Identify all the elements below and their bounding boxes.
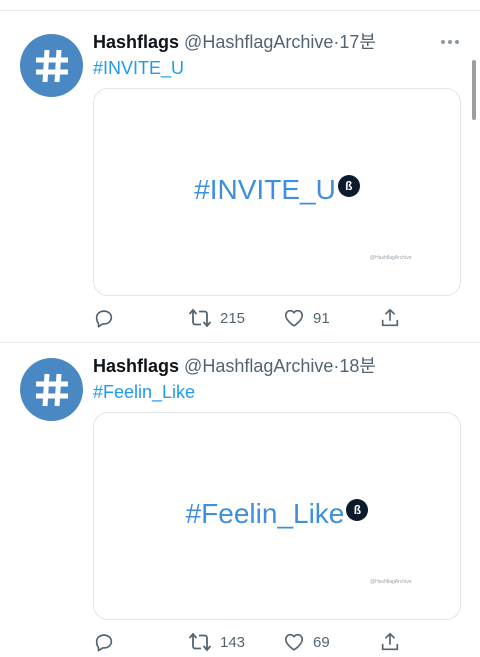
- more-icon[interactable]: [440, 39, 460, 45]
- action-bar: 215 91: [93, 307, 459, 333]
- action-bar: 143 69: [93, 631, 459, 657]
- reply-button[interactable]: [93, 307, 115, 329]
- tweet-header: Hashflags @HashflagArchive·18분: [93, 355, 376, 377]
- reply-button[interactable]: [93, 631, 115, 653]
- user-handle[interactable]: @HashflagArchive: [184, 32, 333, 52]
- like-icon: [284, 309, 304, 327]
- hash-avatar-icon: [35, 373, 68, 406]
- reply-icon: [95, 310, 113, 328]
- like-count: 91: [313, 309, 330, 327]
- watermark: @HashflagArchive: [370, 255, 412, 261]
- card-hashtag-text: #Feelin_Like: [185, 498, 345, 529]
- avatar[interactable]: [20, 358, 83, 421]
- tweet-header: Hashflags @HashflagArchive·17분: [93, 31, 376, 53]
- card-hashtag: #INVITE_U ß: [94, 173, 460, 207]
- hash-avatar-icon: [35, 49, 68, 82]
- retweet-count: 215: [220, 309, 246, 327]
- share-button[interactable]: [379, 631, 401, 653]
- hashflag-emoji-icon: ß: [346, 499, 369, 521]
- retweet-icon: [188, 308, 212, 328]
- retweet-icon: [188, 632, 212, 652]
- tweet[interactable]: Hashflags @HashflagArchive·17분 #INVITE_U…: [0, 11, 480, 331]
- retweet-button[interactable]: 215: [188, 307, 245, 329]
- tweet[interactable]: Hashflags @HashflagArchive·18분 #Feelin_L…: [0, 335, 480, 655]
- avatar[interactable]: [20, 34, 83, 97]
- watermark: @HashflagArchive: [370, 579, 412, 585]
- retweet-count: 143: [220, 633, 246, 651]
- user-handle[interactable]: @HashflagArchive: [184, 356, 333, 376]
- share-icon: [381, 308, 399, 327]
- hashtag-link[interactable]: #Feelin_Like: [93, 381, 195, 403]
- timestamp[interactable]: 18분: [339, 356, 376, 376]
- display-name[interactable]: Hashflags: [93, 356, 179, 376]
- card-hashtag-text: #INVITE_U: [194, 174, 336, 205]
- reply-icon: [95, 634, 113, 652]
- hashtag-link[interactable]: #INVITE_U: [93, 57, 184, 79]
- like-button[interactable]: 69: [283, 631, 330, 653]
- scrollbar[interactable]: [472, 60, 476, 120]
- like-count: 69: [313, 633, 330, 651]
- hashflag-emoji-icon: ß: [337, 175, 360, 197]
- display-name[interactable]: Hashflags: [93, 32, 179, 52]
- like-icon: [284, 633, 304, 651]
- like-button[interactable]: 91: [283, 307, 330, 329]
- media-card[interactable]: #Feelin_Like ß @HashflagArchive: [93, 412, 461, 620]
- card-hashtag: #Feelin_Like ß: [94, 497, 460, 531]
- share-button[interactable]: [379, 307, 401, 329]
- share-icon: [381, 632, 399, 651]
- media-card[interactable]: #INVITE_U ß @HashflagArchive: [93, 88, 461, 296]
- timestamp[interactable]: 17분: [339, 32, 376, 52]
- retweet-button[interactable]: 143: [188, 631, 245, 653]
